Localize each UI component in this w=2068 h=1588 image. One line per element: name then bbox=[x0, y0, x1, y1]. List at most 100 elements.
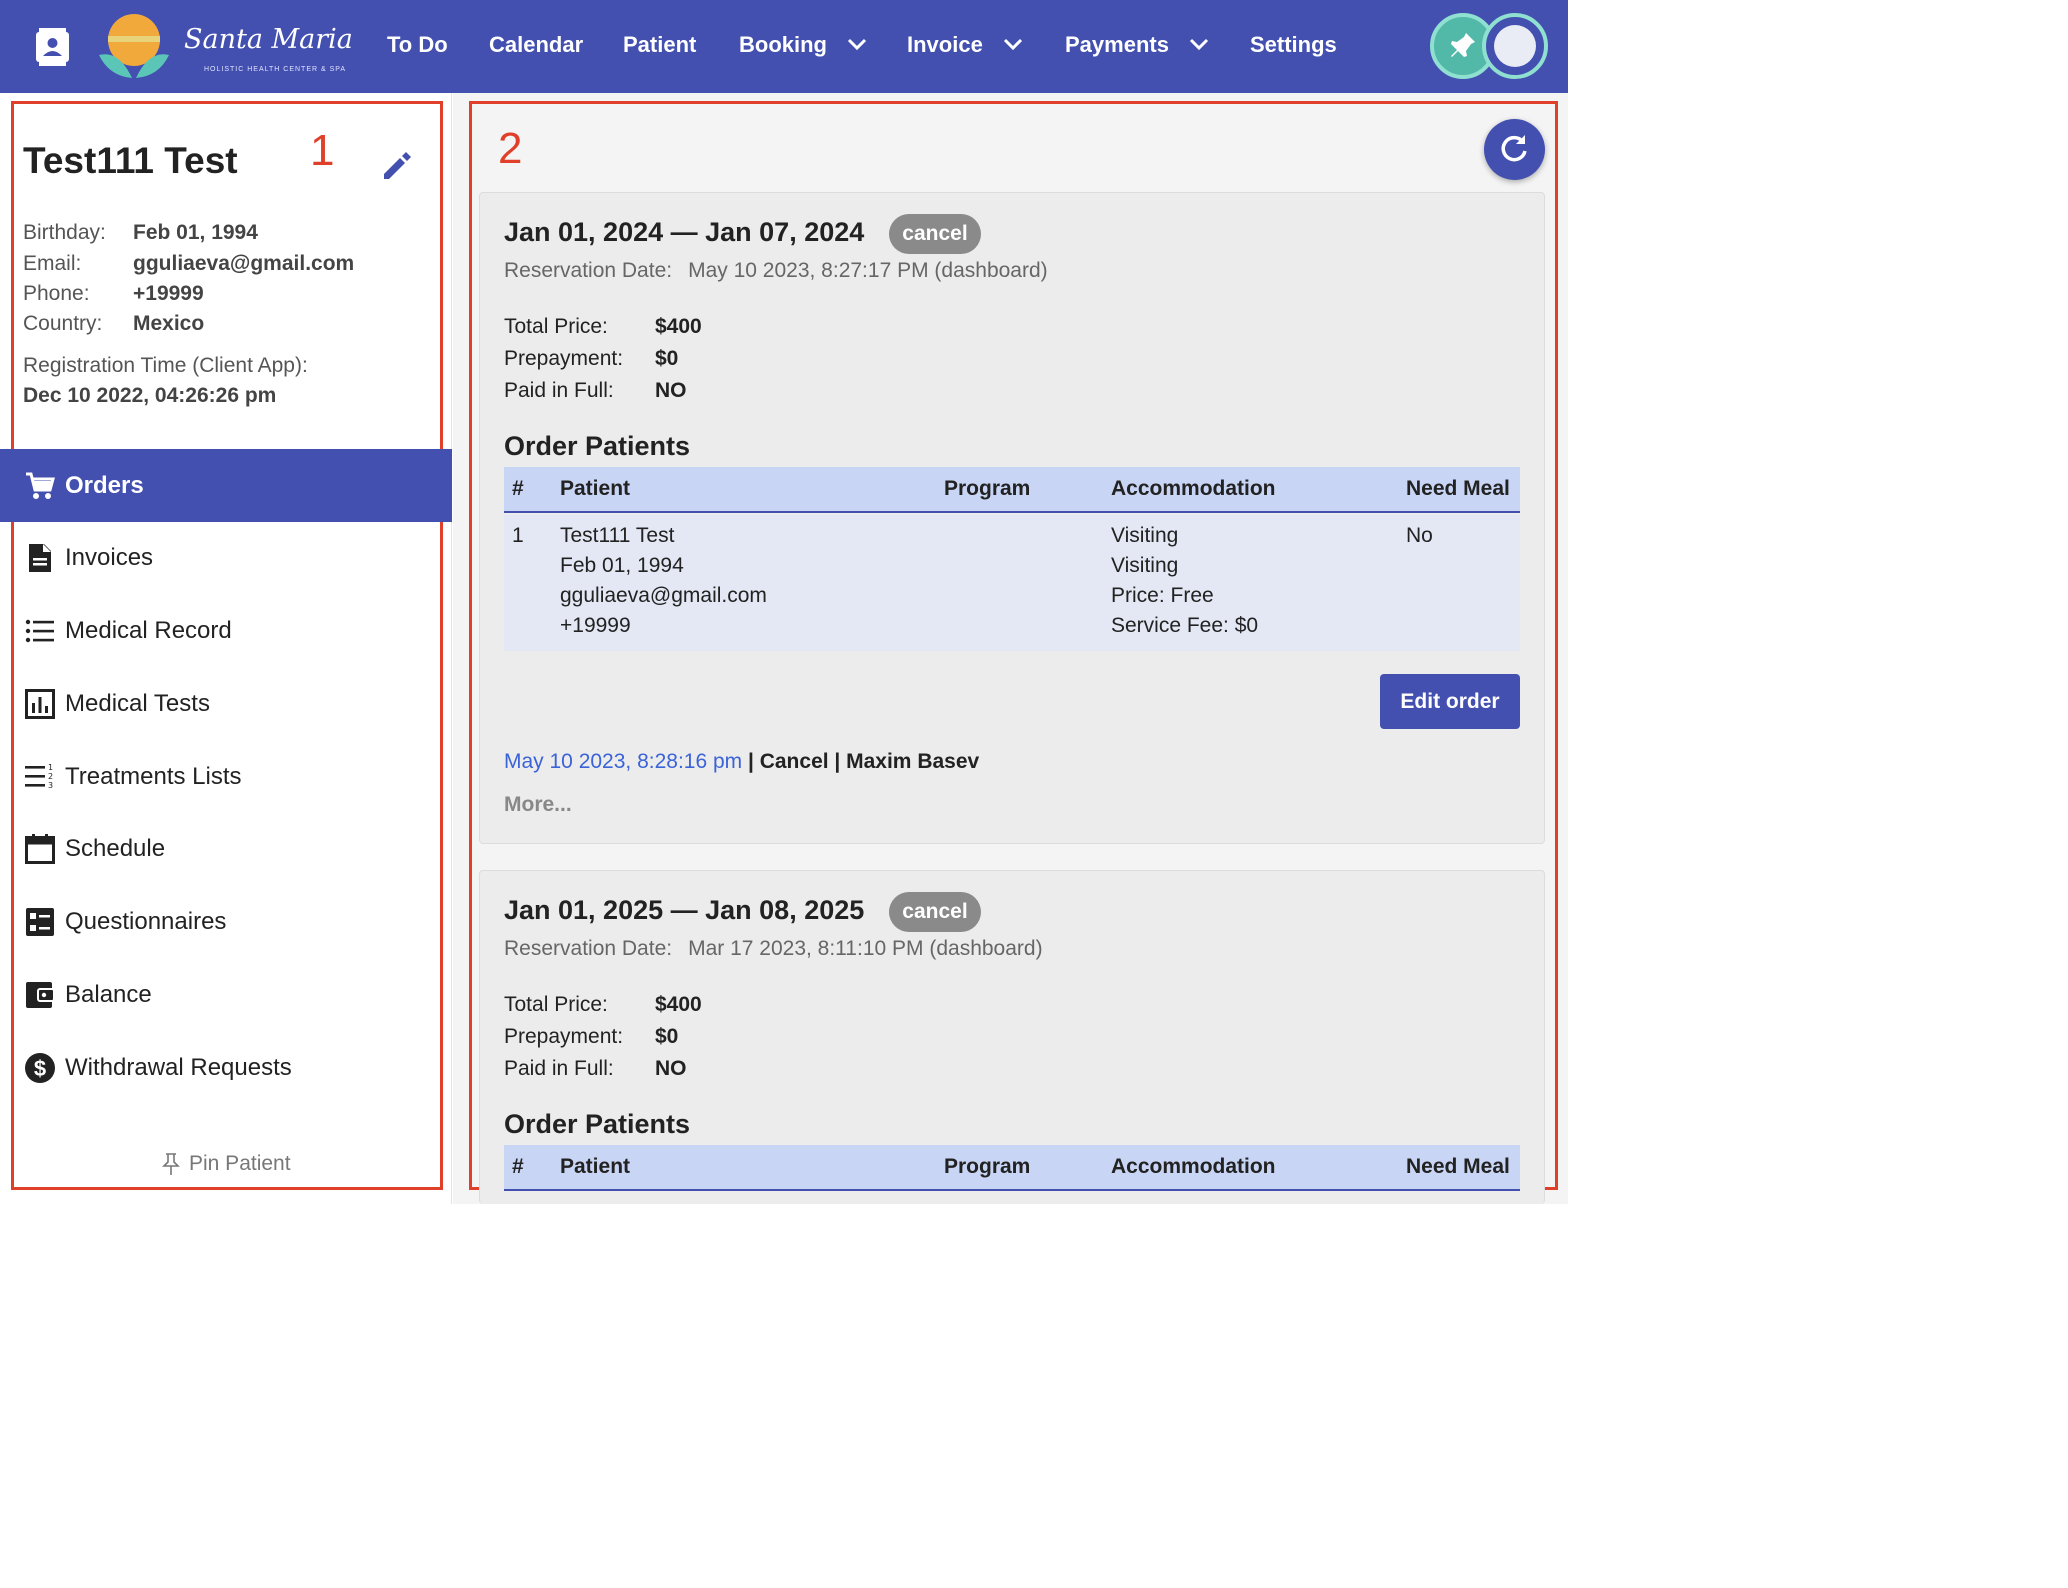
nav-payments[interactable]: Payments bbox=[1065, 30, 1209, 60]
sidebar-item-questionnaires[interactable]: Questionnaires bbox=[0, 885, 452, 958]
registration-value: Dec 10 2022, 04:26:26 pm bbox=[23, 384, 277, 407]
svg-text:3: 3 bbox=[48, 781, 53, 790]
accommodation-cell: Visiting bbox=[1111, 554, 1179, 577]
column-header: Accommodation bbox=[1111, 1155, 1276, 1178]
sidebar-item-orders[interactable]: Orders bbox=[0, 449, 452, 522]
chart-icon bbox=[24, 688, 56, 720]
sidebar-item-label: Withdrawal Requests bbox=[65, 1053, 292, 1081]
chevron-down-icon bbox=[848, 39, 867, 51]
top-navbar: Santa Maria HOLISTIC HEALTH CENTER & SPA… bbox=[0, 0, 1568, 93]
order-dates: Jan 01, 2024 — Jan 07, 2024 bbox=[504, 217, 865, 247]
row-number: 1 bbox=[512, 524, 524, 547]
order-log: May 10 2023, 8:28:16 pm | Cancel | Maxim… bbox=[504, 750, 979, 774]
nav-settings[interactable]: Settings bbox=[1250, 30, 1337, 60]
nav-todo[interactable]: To Do bbox=[387, 30, 448, 60]
accommodation-price-cell: Price: Free bbox=[1111, 584, 1214, 607]
order-card: Jan 01, 2024 — Jan 07, 2024 cancel Reser… bbox=[479, 192, 1545, 844]
prepayment-label: Prepayment: bbox=[504, 347, 624, 370]
status-badge: cancel bbox=[889, 892, 981, 932]
email-label: Email: bbox=[23, 252, 82, 275]
logo-text: Santa Maria bbox=[184, 24, 353, 55]
refresh-button[interactable] bbox=[1484, 119, 1545, 180]
need-meal-cell: No bbox=[1406, 524, 1433, 547]
birthday-value: Feb 01, 1994 bbox=[133, 221, 258, 244]
user-avatar[interactable] bbox=[1482, 13, 1548, 79]
paid-in-full-value: NO bbox=[655, 379, 687, 402]
column-header: Need Meal bbox=[1406, 1155, 1510, 1178]
birthday-label: Birthday: bbox=[23, 221, 106, 244]
log-action: | Cancel | Maxim Basev bbox=[742, 750, 980, 773]
accommodation-cell: Visiting bbox=[1111, 524, 1179, 547]
status-badge: cancel bbox=[889, 214, 981, 254]
more-link[interactable]: More... bbox=[504, 793, 572, 817]
order-card: Jan 01, 2025 — Jan 08, 2025 cancel Reser… bbox=[479, 870, 1545, 1204]
sidebar-item-medical-tests[interactable]: Medical Tests bbox=[0, 667, 452, 740]
sidebar-item-balance[interactable]: Balance bbox=[0, 958, 452, 1031]
prepayment-value: $0 bbox=[655, 1025, 679, 1048]
paid-in-full-value: NO bbox=[655, 1057, 687, 1080]
country-value: Mexico bbox=[133, 312, 205, 335]
pin-patient-label: Pin Patient bbox=[189, 1152, 291, 1175]
logo-subtitle: HOLISTIC HEALTH CENTER & SPA bbox=[204, 66, 347, 73]
sidebar-item-label: Orders bbox=[65, 471, 144, 499]
patient-phone-cell: +19999 bbox=[560, 614, 631, 637]
sidebar-item-treatments-lists[interactable]: 123 Treatments Lists bbox=[0, 740, 452, 813]
patient-name: Test111 Test bbox=[23, 140, 238, 181]
sidebar-item-label: Medical Tests bbox=[65, 689, 210, 717]
logo-sun-icon bbox=[99, 14, 169, 78]
sidebar-item-invoices[interactable]: Invoices bbox=[0, 521, 452, 594]
table-header: # Patient Program Accommodation Need Mea… bbox=[504, 1145, 1520, 1191]
patient-name-cell: Test111 Test bbox=[560, 524, 675, 547]
registration-label: Registration Time (Client App): bbox=[23, 354, 308, 377]
edit-pencil-icon[interactable] bbox=[380, 148, 414, 182]
annotation-label-2: 2 bbox=[498, 124, 523, 173]
sidebar-item-medical-record[interactable]: Medical Record bbox=[0, 594, 452, 667]
svg-text:$: $ bbox=[34, 1056, 46, 1081]
sidebar-item-withdrawal-requests[interactable]: $ Withdrawal Requests bbox=[0, 1031, 452, 1104]
column-header: Program bbox=[944, 1155, 1031, 1178]
column-header: Accommodation bbox=[1111, 477, 1276, 500]
total-price-value: $400 bbox=[655, 315, 702, 338]
patient-email-cell: gguliaeva@gmail.com bbox=[560, 584, 767, 607]
dollar-icon: $ bbox=[24, 1052, 56, 1084]
numbered-list-icon: 123 bbox=[24, 761, 56, 793]
reservation-date: Reservation Date: May 10 2023, 8:27:17 PM… bbox=[504, 259, 1048, 282]
annotation-label-1: 1 bbox=[310, 126, 335, 175]
nav-patient[interactable]: Patient bbox=[623, 30, 696, 60]
sidebar-item-label: Schedule bbox=[65, 834, 166, 862]
patient-birthday-cell: Feb 01, 1994 bbox=[560, 554, 684, 577]
pin-patient-button[interactable]: Pin Patient bbox=[160, 1152, 291, 1176]
checklist-icon bbox=[24, 906, 56, 938]
table-row: 1 Test111 Test Feb 01, 1994 gguliaeva@gm… bbox=[504, 515, 1520, 651]
contacts-icon[interactable] bbox=[36, 28, 69, 66]
santa-maria-logo[interactable]: Santa Maria HOLISTIC HEALTH CENTER & SPA bbox=[94, 10, 353, 82]
column-header: # bbox=[512, 477, 524, 500]
column-header: Need Meal bbox=[1406, 477, 1510, 500]
paid-in-full-label: Paid in Full: bbox=[504, 1057, 614, 1080]
column-header: Program bbox=[944, 477, 1031, 500]
phone-value: +19999 bbox=[133, 282, 204, 305]
svg-text:1: 1 bbox=[48, 763, 53, 772]
prepayment-label: Prepayment: bbox=[504, 1025, 624, 1048]
refresh-icon bbox=[1501, 135, 1527, 162]
total-price-label: Total Price: bbox=[504, 315, 608, 338]
column-header: # bbox=[512, 1155, 524, 1178]
country-label: Country: bbox=[23, 312, 103, 335]
sidebar-item-schedule[interactable]: Schedule bbox=[0, 812, 452, 885]
sidebar-item-label: Questionnaires bbox=[65, 907, 227, 935]
nav-invoice[interactable]: Invoice bbox=[907, 30, 1023, 60]
edit-order-button[interactable]: Edit order bbox=[1380, 674, 1520, 729]
total-price-label: Total Price: bbox=[504, 993, 608, 1016]
cart-icon bbox=[24, 470, 56, 502]
chevron-down-icon bbox=[1190, 39, 1209, 51]
log-timestamp-link[interactable]: May 10 2023, 8:28:16 pm bbox=[504, 750, 742, 773]
email-value: gguliaeva@gmail.com bbox=[133, 252, 355, 275]
sidebar-item-label: Balance bbox=[65, 980, 152, 1008]
column-header: Patient bbox=[560, 477, 631, 500]
nav-calendar[interactable]: Calendar bbox=[489, 30, 583, 60]
order-patients-title: Order Patients bbox=[504, 1109, 691, 1139]
nav-booking[interactable]: Booking bbox=[739, 30, 867, 60]
total-price-value: $400 bbox=[655, 993, 702, 1016]
avatar bbox=[1494, 25, 1536, 67]
document-icon bbox=[24, 542, 56, 574]
